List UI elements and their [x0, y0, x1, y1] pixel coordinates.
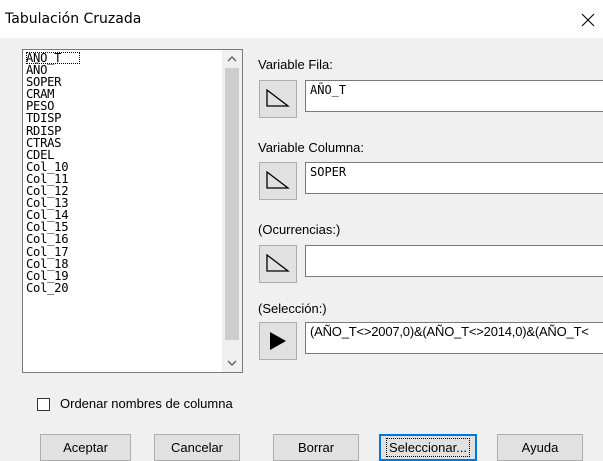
dialog-title: Tabulación Cruzada	[5, 11, 142, 27]
row-variable-label: Variable Fila:	[258, 57, 333, 72]
list-item[interactable]: TDISP	[26, 112, 222, 124]
list-item[interactable]: Col_20	[26, 282, 222, 294]
cancel-button-label: Cancelar	[170, 440, 224, 455]
selection-field[interactable]: (AÑO_T<>2007,0)&(AÑO_T<>2014,0)&(AÑO_T<	[305, 322, 603, 354]
column-variable-value: SOPER	[310, 165, 347, 179]
select-button-label: Seleccionar...	[385, 438, 471, 457]
cancel-button[interactable]: Cancelar	[154, 434, 240, 461]
scroll-down-button[interactable]	[222, 354, 242, 372]
selection-select-button[interactable]	[259, 322, 297, 360]
outline-arrow-icon	[266, 254, 290, 272]
help-button[interactable]: Ayuda	[497, 434, 583, 461]
accept-button-label: Aceptar	[63, 440, 108, 455]
close-icon	[581, 13, 595, 27]
column-variable-select-button[interactable]	[259, 162, 297, 200]
list-item[interactable]: CRAM	[26, 88, 222, 100]
list-item[interactable]: CTRAS	[26, 137, 222, 149]
title-bar: Tabulación Cruzada	[0, 0, 603, 38]
list-item[interactable]: RDISP	[26, 124, 222, 136]
sort-column-names-checkbox[interactable]	[37, 398, 50, 411]
selection-value: (AÑO_T<>2007,0)&(AÑO_T<>2014,0)&(AÑO_T<	[310, 324, 589, 339]
accept-button[interactable]: Aceptar	[40, 434, 131, 461]
list-item[interactable]: Col_18	[26, 257, 222, 269]
play-arrow-icon	[270, 332, 286, 350]
clear-button[interactable]: Borrar	[273, 434, 359, 461]
row-variable-select-button[interactable]	[259, 80, 297, 118]
clear-button-label: Borrar	[297, 440, 335, 455]
list-item[interactable]: Col_19	[26, 270, 222, 282]
help-button-label: Ayuda	[521, 440, 559, 455]
occurrences-label: (Ocurrencias:)	[258, 222, 341, 237]
outline-arrow-icon	[266, 171, 290, 189]
scrollbar-thumb[interactable]	[225, 68, 239, 340]
chevron-up-icon	[227, 56, 237, 62]
occurrences-select-button[interactable]	[259, 245, 297, 283]
scroll-up-button[interactable]	[222, 50, 242, 68]
list-item[interactable]: SOPER	[26, 76, 222, 88]
list-item[interactable]: Col_17	[26, 245, 222, 257]
row-variable-value: AÑO_T	[310, 83, 347, 97]
columns-listbox[interactable]: AÑO_T AÑO SOPER CRAM PESO TDISP RDISP CTRAS CDEL…	[22, 49, 243, 373]
sort-column-names-label[interactable]: Ordenar nombres de columna	[60, 396, 233, 411]
list-item[interactable]: Col_16	[26, 233, 222, 245]
chevron-down-icon	[227, 360, 237, 366]
select-button[interactable]: Seleccionar...	[379, 434, 477, 461]
selection-label: (Selección:)	[258, 301, 327, 316]
column-variable-field[interactable]: SOPER	[305, 162, 603, 194]
occurrences-field[interactable]	[305, 245, 603, 277]
column-variable-label: Variable Columna:	[258, 140, 364, 155]
outline-arrow-icon	[266, 89, 290, 107]
columns-list[interactable]: AÑO_T AÑO SOPER CRAM PESO TDISP RDISP CTRAS CDEL…	[26, 52, 222, 372]
row-variable-field[interactable]: AÑO_T	[305, 80, 603, 112]
close-button[interactable]	[574, 6, 602, 34]
vertical-scrollbar[interactable]	[222, 50, 242, 372]
